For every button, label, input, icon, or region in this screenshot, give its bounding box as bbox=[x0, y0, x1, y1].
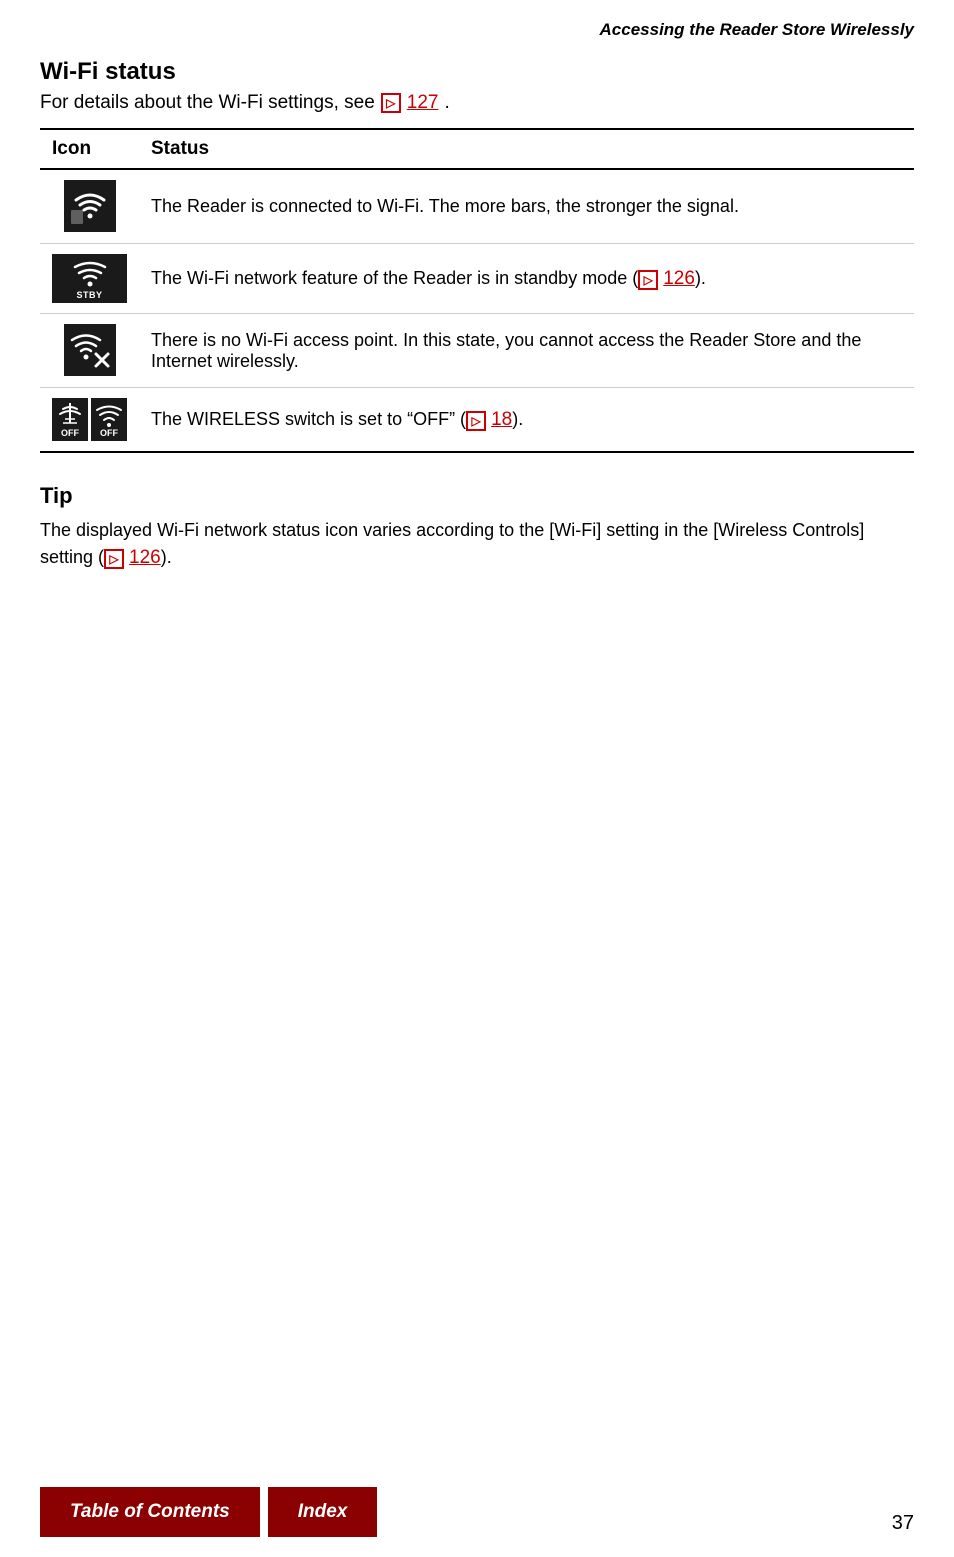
intro-period: . bbox=[444, 92, 449, 114]
tip-link[interactable]: 126 bbox=[129, 547, 161, 568]
col-header-status: Status bbox=[139, 129, 914, 169]
tip-ref-icon: ▷ bbox=[104, 549, 124, 569]
intro-line: For details about the Wi-Fi settings, se… bbox=[40, 92, 914, 114]
status-text-connected: The Reader is connected to Wi-Fi. The mo… bbox=[139, 169, 914, 244]
wifi-off-icon: OFF OFF bbox=[52, 398, 127, 441]
table-row: The Reader is connected to Wi-Fi. The mo… bbox=[40, 169, 914, 244]
ref-icon-off: ▷ bbox=[466, 411, 486, 431]
page-header: Accessing the Reader Store Wirelessly bbox=[40, 20, 914, 40]
status-text-off: The WIRELESS switch is set to “OFF” (▷ 1… bbox=[139, 388, 914, 453]
page-container: Accessing the Reader Store Wirelessly Wi… bbox=[0, 0, 954, 1557]
standby-link[interactable]: 126 bbox=[663, 268, 695, 289]
table-row: STBY The Wi-Fi network feature of the Re… bbox=[40, 244, 914, 314]
intro-link[interactable]: 127 bbox=[407, 92, 439, 114]
bottom-nav: Table of Contents Index 37 bbox=[0, 1467, 954, 1557]
section-title: Wi-Fi status bbox=[40, 58, 914, 86]
table-row: OFF OFF Th bbox=[40, 388, 914, 453]
icon-cell-standby: STBY bbox=[40, 244, 139, 314]
icon-cell-connected bbox=[40, 169, 139, 244]
index-button[interactable]: Index bbox=[268, 1487, 378, 1537]
icon-cell-no-access bbox=[40, 314, 139, 388]
tip-title: Tip bbox=[40, 483, 914, 509]
intro-text: For details about the Wi-Fi settings, se… bbox=[40, 92, 375, 114]
ref-icon: ▷ bbox=[381, 93, 401, 113]
tip-section: Tip The displayed Wi-Fi network status i… bbox=[40, 483, 914, 573]
status-text-standby: The Wi-Fi network feature of the Reader … bbox=[139, 244, 914, 314]
wifi-standby-icon: STBY bbox=[52, 254, 127, 303]
tip-text: The displayed Wi-Fi network status icon … bbox=[40, 517, 914, 573]
toc-button[interactable]: Table of Contents bbox=[40, 1487, 260, 1537]
col-header-icon: Icon bbox=[40, 129, 139, 169]
tip-text-part2: ). bbox=[161, 547, 172, 567]
table-row: There is no Wi-Fi access point. In this … bbox=[40, 314, 914, 388]
wifi-connected-icon bbox=[64, 180, 116, 232]
status-text-no-access: There is no Wi-Fi access point. In this … bbox=[139, 314, 914, 388]
wifi-no-access-icon bbox=[64, 324, 116, 376]
ref-icon-standby: ▷ bbox=[638, 270, 658, 290]
page-number: 37 bbox=[892, 1512, 914, 1535]
header-title: Accessing the Reader Store Wirelessly bbox=[600, 20, 914, 39]
icon-cell-off: OFF OFF bbox=[40, 388, 139, 453]
wifi-status-table: Icon Status bbox=[40, 128, 914, 453]
off-link[interactable]: 18 bbox=[491, 409, 512, 430]
